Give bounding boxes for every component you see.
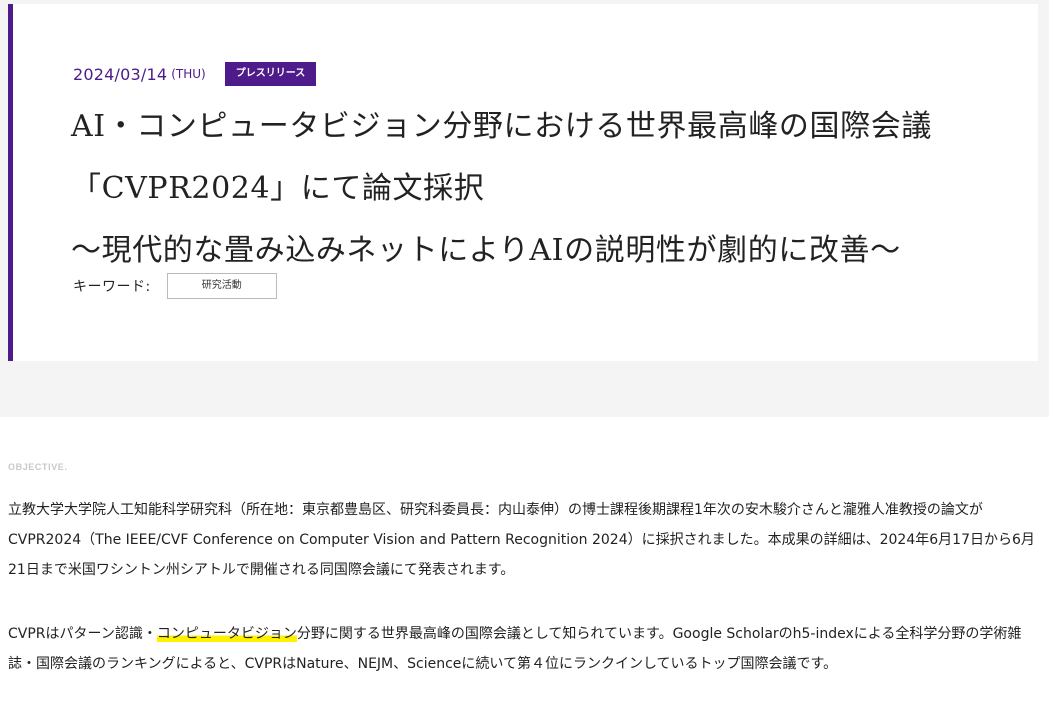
category-badge[interactable]: プレスリリース [224,62,317,86]
highlighted-phrase: コンピュータビジョン [156,626,297,642]
header-band: 2024/03/14 (THU) プレスリリース AI・コンピュータビジョン分野… [0,0,1049,417]
article-title-line-2: 「CVPR2024」にて論文採択 [71,171,485,206]
article-header-card: 2024/03/14 (THU) プレスリリース AI・コンピュータビジョン分野… [8,4,1038,361]
body-paragraph-2: CVPRはパターン認識・コンピュータビジョン分野に関する世界最高峰の国際会議とし… [8,619,1040,679]
keyword-row: キーワード: 研究活動 [73,273,277,299]
paragraph-2-text-before: CVPRはパターン認識・ [8,626,157,642]
article-title-line-1: AI・コンピュータビジョン分野における世界最高峰の国際会議 [71,109,932,144]
article-meta: 2024/03/14 (THU) プレスリリース [73,61,317,87]
section-label: OBJECTIVE. [8,462,68,472]
article-title: AI・コンピュータビジョン分野における世界最高峰の国際会議 「CVPR2024」… [71,96,1031,282]
keyword-tag-research[interactable]: 研究活動 [166,273,277,299]
body-paragraph-1: 立教大学大学院人工知能科学研究科（所在地：東京都豊島区、研究科委員長：内山泰伸）… [8,502,1035,578]
keyword-label: キーワード: [73,279,151,295]
publish-weekday: (THU) [171,67,206,81]
publish-date: 2024/03/14 [73,64,168,84]
